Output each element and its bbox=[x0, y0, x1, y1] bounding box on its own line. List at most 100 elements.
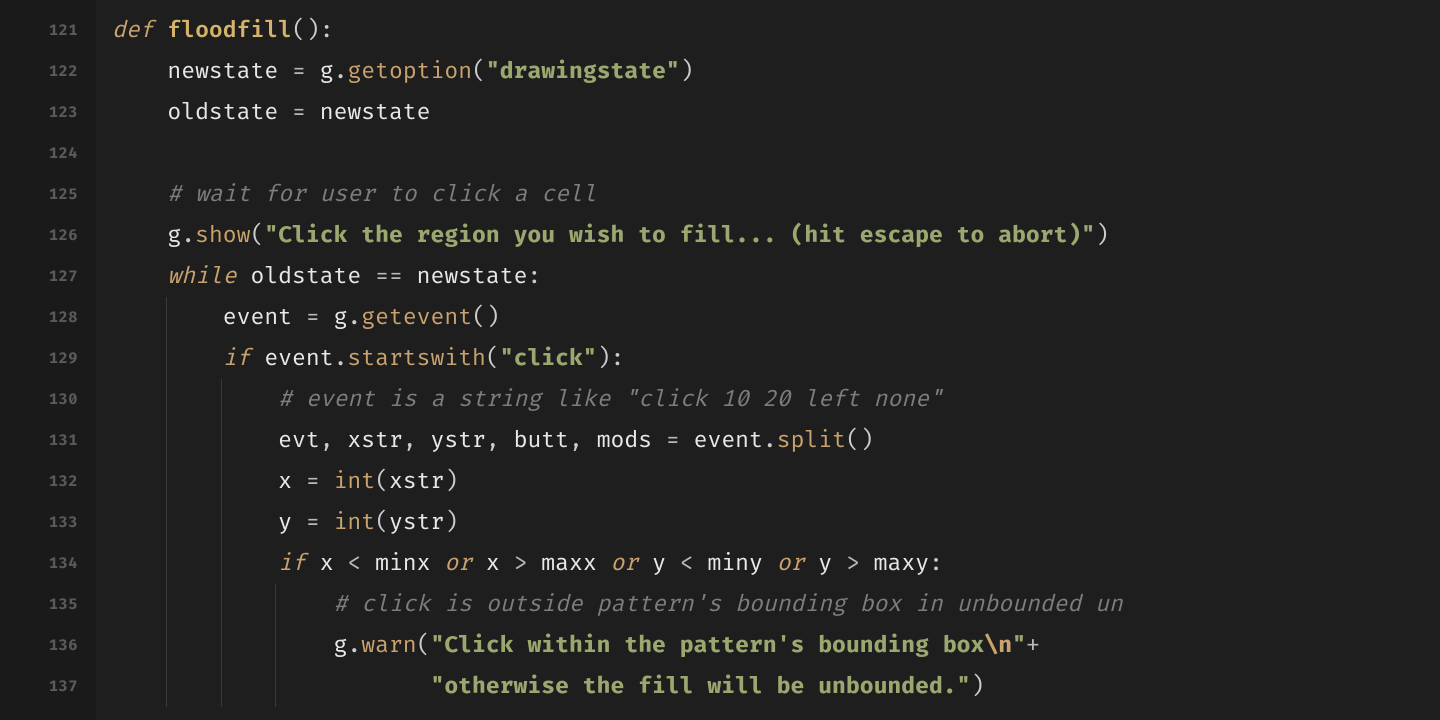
token-str: "click" bbox=[500, 344, 597, 372]
code-line[interactable]: oldstate = newstate bbox=[112, 92, 1440, 133]
code-line[interactable]: "otherwise the fill will be unbounded.") bbox=[112, 666, 1440, 707]
token-kw: if bbox=[223, 344, 251, 372]
token-call: getevent bbox=[361, 303, 472, 331]
line-number: 137 bbox=[0, 666, 96, 707]
indent-guide bbox=[275, 584, 276, 625]
indent-guide bbox=[221, 379, 222, 420]
token-id: g bbox=[167, 221, 181, 249]
token-id: x bbox=[278, 467, 306, 495]
line-number: 122 bbox=[0, 51, 96, 92]
token-op: = bbox=[292, 57, 306, 85]
token-id: newstate bbox=[167, 57, 292, 85]
code-area[interactable]: def floodfill(): newstate = g.getoption(… bbox=[96, 0, 1440, 720]
token-op: < bbox=[680, 549, 694, 577]
code-line[interactable]: if event.startswith("click"): bbox=[112, 338, 1440, 379]
indent-guide bbox=[166, 338, 167, 379]
token-id: y bbox=[804, 549, 846, 577]
line-number: 121 bbox=[0, 10, 96, 51]
indent-guide bbox=[221, 625, 222, 666]
token-op: == bbox=[375, 262, 403, 290]
token-id: butt bbox=[514, 426, 569, 454]
token-str: "Click within the pattern's bounding box bbox=[431, 631, 985, 659]
code-editor[interactable]: 1211221231241251261271281291301311321331… bbox=[0, 0, 1440, 720]
token-call: int bbox=[334, 467, 376, 495]
token-id: ystr bbox=[389, 508, 444, 536]
token-punc: ( bbox=[486, 344, 500, 372]
indent-guide bbox=[166, 543, 167, 584]
token-punc: , bbox=[569, 426, 597, 454]
token-punc: . bbox=[334, 57, 348, 85]
indent-guide bbox=[221, 502, 222, 543]
token-call: split bbox=[777, 426, 846, 454]
token-id: y bbox=[638, 549, 680, 577]
token-id: g bbox=[320, 303, 348, 331]
token-id bbox=[334, 672, 431, 700]
token-punc: ( bbox=[472, 57, 486, 85]
token-punc: , bbox=[486, 426, 514, 454]
token-id bbox=[320, 467, 334, 495]
token-punc: ) bbox=[971, 672, 985, 700]
line-number: 130 bbox=[0, 379, 96, 420]
indent-guide bbox=[221, 420, 222, 461]
indent-guide bbox=[166, 420, 167, 461]
token-punc: , bbox=[403, 426, 431, 454]
code-line[interactable]: while oldstate == newstate: bbox=[112, 256, 1440, 297]
token-id: maxy bbox=[860, 549, 929, 577]
token-id: newstate bbox=[306, 98, 431, 126]
indent-guide bbox=[166, 584, 167, 625]
indent-guide bbox=[166, 666, 167, 707]
code-line[interactable]: # wait for user to click a cell bbox=[112, 174, 1440, 215]
token-cmt: # wait for user to click a cell bbox=[167, 180, 596, 208]
token-op: = bbox=[306, 303, 320, 331]
code-line[interactable] bbox=[112, 133, 1440, 174]
token-id: event bbox=[680, 426, 763, 454]
line-number: 126 bbox=[0, 215, 96, 256]
line-number: 132 bbox=[0, 461, 96, 502]
line-number: 134 bbox=[0, 543, 96, 584]
indent-guide bbox=[221, 461, 222, 502]
code-line[interactable]: x = int(xstr) bbox=[112, 461, 1440, 502]
token-str: "Click the region you wish to fill... (h… bbox=[264, 221, 1095, 249]
indent-guide bbox=[166, 625, 167, 666]
indent-guide bbox=[221, 584, 222, 625]
indent-guide bbox=[275, 666, 276, 707]
code-line[interactable]: event = g.getevent() bbox=[112, 297, 1440, 338]
token-punc: ): bbox=[597, 344, 625, 372]
code-line[interactable]: newstate = g.getoption("drawingstate") bbox=[112, 51, 1440, 92]
code-line[interactable]: # event is a string like "click 10 20 le… bbox=[112, 379, 1440, 420]
token-call: startswith bbox=[347, 344, 485, 372]
indent-guide bbox=[221, 666, 222, 707]
token-kw: def bbox=[112, 16, 167, 44]
token-kw: or bbox=[611, 549, 639, 577]
code-line[interactable]: def floodfill(): bbox=[112, 10, 1440, 51]
line-number: 123 bbox=[0, 92, 96, 133]
code-line[interactable]: g.show("Click the region you wish to fil… bbox=[112, 215, 1440, 256]
token-punc: ( bbox=[251, 221, 265, 249]
code-line[interactable]: evt, xstr, ystr, butt, mods = event.spli… bbox=[112, 420, 1440, 461]
token-op: > bbox=[846, 549, 860, 577]
code-line[interactable]: g.warn("Click within the pattern's bound… bbox=[112, 625, 1440, 666]
token-id: maxx bbox=[527, 549, 610, 577]
indent-guide bbox=[166, 297, 167, 338]
token-op: = bbox=[306, 508, 320, 536]
token-punc: ) bbox=[680, 57, 694, 85]
token-str: " bbox=[1012, 631, 1026, 659]
token-punc: , bbox=[320, 426, 348, 454]
code-line[interactable]: # click is outside pattern's bounding bo… bbox=[112, 584, 1440, 625]
token-str: "otherwise the fill will be unbounded." bbox=[430, 672, 970, 700]
token-punc: ) bbox=[1095, 221, 1109, 249]
token-punc: (): bbox=[292, 16, 334, 44]
code-line[interactable]: y = int(ystr) bbox=[112, 502, 1440, 543]
token-call: int bbox=[334, 508, 376, 536]
indent-guide bbox=[166, 379, 167, 420]
token-cmt: # click is outside pattern's bounding bo… bbox=[334, 590, 1123, 618]
token-cmt: # event is a string like "click 10 20 le… bbox=[278, 385, 943, 413]
token-id: event bbox=[250, 344, 333, 372]
token-op: + bbox=[1026, 631, 1040, 659]
token-punc: . bbox=[347, 303, 361, 331]
token-id: xstr bbox=[389, 467, 444, 495]
token-id: g bbox=[306, 57, 334, 85]
code-line[interactable]: if x < minx or x > maxx or y < miny or y… bbox=[112, 543, 1440, 584]
token-kw: while bbox=[167, 262, 236, 290]
token-punc: () bbox=[472, 303, 500, 331]
